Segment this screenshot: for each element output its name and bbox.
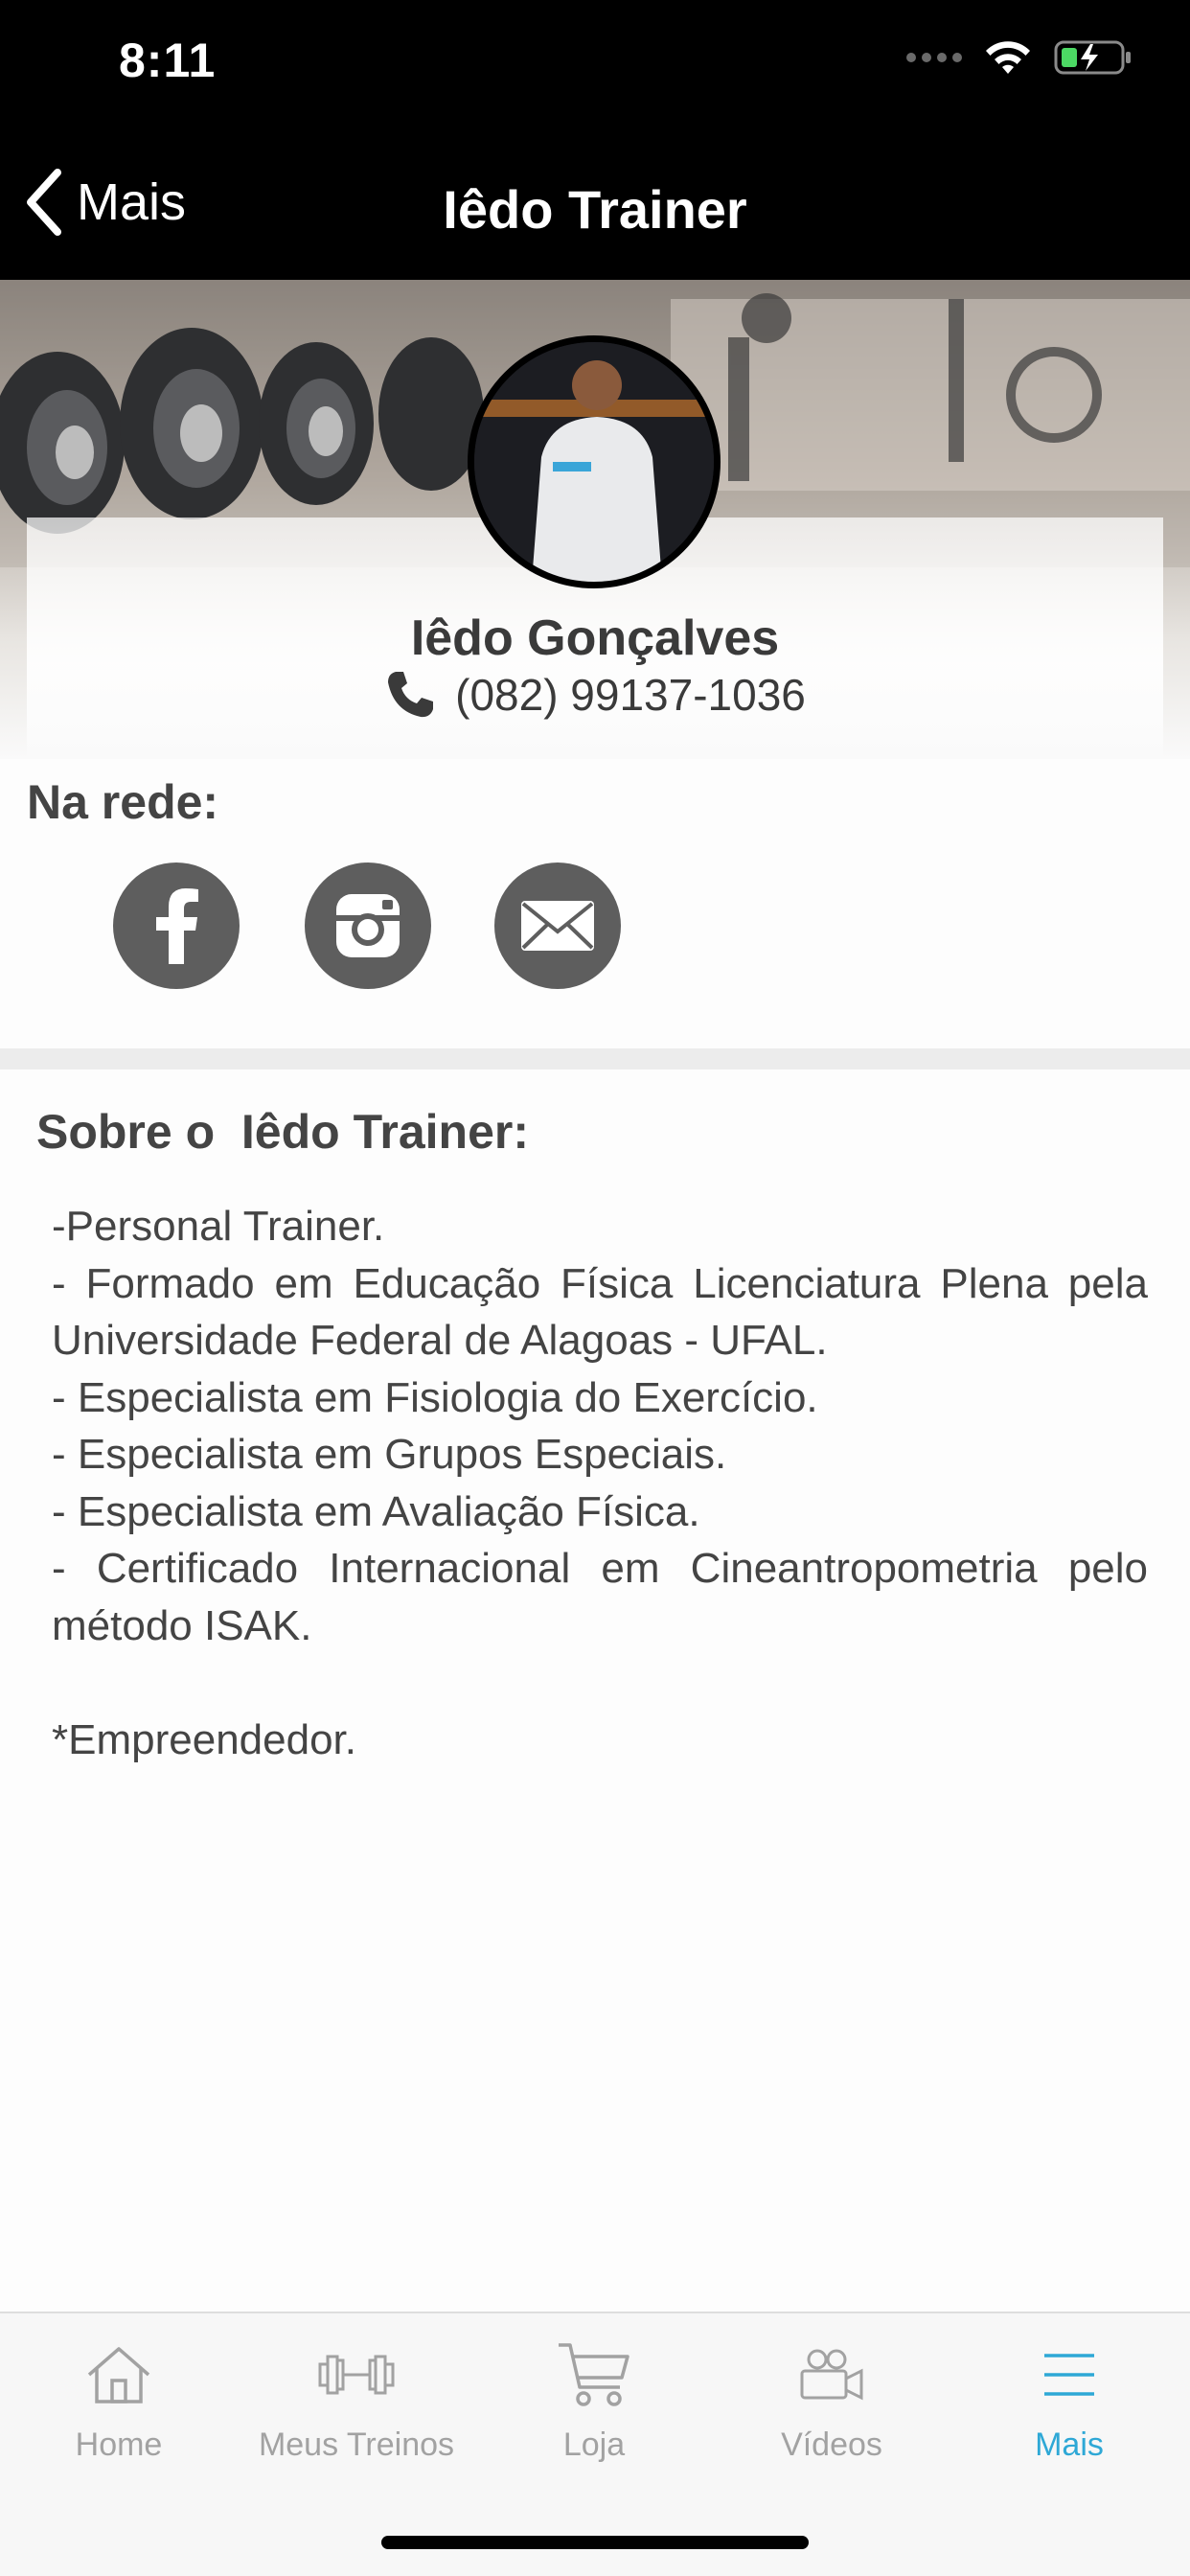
facebook-icon	[156, 888, 198, 964]
tab-home[interactable]: Home	[0, 2336, 238, 2480]
wifi-icon	[986, 41, 1030, 74]
menu-icon	[1044, 2354, 1094, 2396]
section-divider	[0, 1048, 1190, 1070]
instagram-icon	[336, 894, 400, 957]
phone-row[interactable]: (082) 99137-1036	[0, 669, 1190, 721]
about-text: -Personal Trainer. - Formado em Educação…	[52, 1198, 1148, 1768]
about-section-title: Sobre o Iêdo Trainer:	[36, 1105, 529, 1159]
about-line: - Certificado Internacional em Cineantro…	[52, 1545, 1148, 1649]
tab-meus-treinos[interactable]: Meus Treinos	[238, 2336, 475, 2480]
tab-mais[interactable]: Mais	[950, 2336, 1188, 2480]
page-title: Iêdo Trainer	[443, 179, 747, 240]
about-line: - Especialista em Avaliação Física.	[52, 1487, 700, 1535]
navigation-bar: Mais Iêdo Trainer	[0, 134, 1190, 280]
tab-label: Vídeos	[781, 2426, 882, 2463]
tab-loja[interactable]: Loja	[475, 2336, 713, 2480]
social-section-title: Na rede:	[27, 775, 219, 829]
cart-icon	[559, 2343, 629, 2406]
facebook-button[interactable]	[113, 862, 240, 989]
home-indicator[interactable]	[381, 2536, 809, 2549]
signal-icon	[906, 53, 962, 62]
about-line: *Empreendedor.	[52, 1715, 356, 1763]
email-icon	[521, 901, 594, 951]
about-line: - Especialista em Fisiologia do Exercíci…	[52, 1373, 818, 1421]
status-bar: 8:11	[0, 0, 1190, 134]
tab-label: Home	[75, 2426, 163, 2463]
email-button[interactable]	[494, 862, 621, 989]
battery-icon	[1054, 40, 1131, 75]
status-icons	[906, 38, 1133, 77]
video-camera-icon	[800, 2349, 863, 2401]
phone-number: (082) 99137-1036	[455, 670, 806, 720]
dumbbell-icon	[318, 2355, 395, 2395]
status-time: 8:11	[119, 34, 217, 87]
avatar-photo	[474, 342, 714, 582]
tab-label: Mais	[1035, 2426, 1104, 2463]
about-line	[52, 1654, 1148, 1712]
about-line: -Personal Trainer.	[52, 1203, 385, 1250]
phone-icon	[388, 672, 434, 718]
instagram-button[interactable]	[305, 862, 431, 989]
home-icon	[87, 2347, 150, 2404]
tab-label: Meus Treinos	[258, 2426, 455, 2463]
tab-videos[interactable]: Vídeos	[713, 2336, 950, 2480]
about-line: - Formado em Educação Física Licenciatur…	[52, 1259, 1148, 1365]
trainer-name: Iêdo Gonçalves	[410, 610, 780, 666]
about-line: - Especialista em Grupos Especiais.	[52, 1431, 727, 1478]
avatar	[468, 335, 721, 588]
tab-label: Loja	[562, 2426, 626, 2463]
